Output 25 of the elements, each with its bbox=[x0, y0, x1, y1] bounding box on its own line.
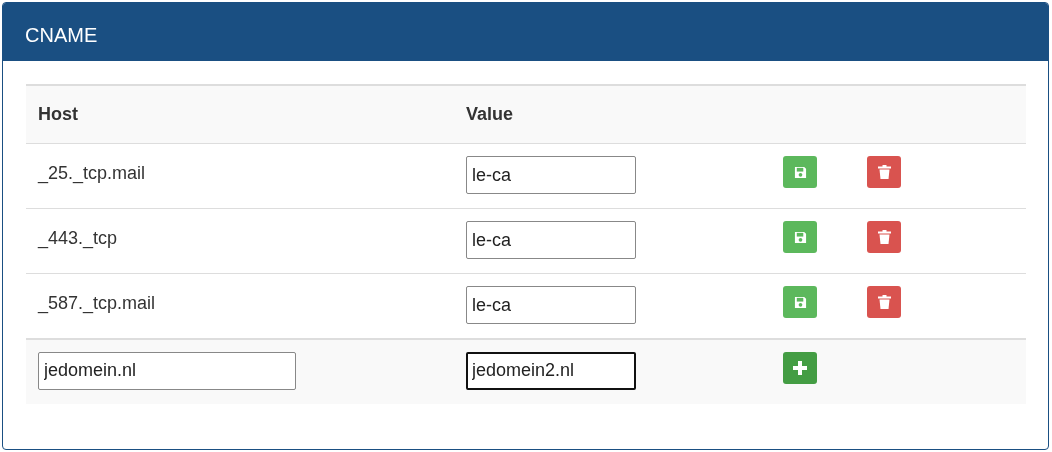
add-button[interactable] bbox=[783, 351, 817, 384]
save-button[interactable] bbox=[783, 286, 817, 318]
host-text: _25._tcp.mail bbox=[38, 162, 146, 186]
host-text: _587._tcp.mail bbox=[38, 292, 156, 316]
save-icon bbox=[793, 295, 807, 309]
host-text: _443._tcp bbox=[38, 227, 118, 251]
save-button[interactable] bbox=[783, 156, 817, 188]
trash-icon bbox=[877, 230, 891, 244]
value-field[interactable]: jedomein2.nl bbox=[466, 351, 636, 390]
value-field[interactable]: le-ca bbox=[466, 156, 636, 194]
value-field[interactable]: le-ca bbox=[466, 221, 636, 259]
save-icon bbox=[793, 230, 807, 244]
delete-button[interactable] bbox=[867, 286, 901, 318]
column-header: Host bbox=[38, 104, 78, 124]
value-field[interactable]: le-ca bbox=[466, 286, 636, 324]
trash-icon bbox=[877, 295, 891, 309]
column-header: Value bbox=[466, 104, 514, 124]
delete-button[interactable] bbox=[867, 221, 901, 253]
save-icon bbox=[793, 165, 807, 179]
plus-icon bbox=[793, 360, 807, 375]
host-field[interactable]: jedomein.nl bbox=[38, 351, 296, 390]
delete-button[interactable] bbox=[867, 156, 901, 188]
save-button[interactable] bbox=[783, 221, 817, 253]
trash-icon bbox=[877, 165, 891, 179]
panel-title: CNAME bbox=[25, 24, 98, 46]
